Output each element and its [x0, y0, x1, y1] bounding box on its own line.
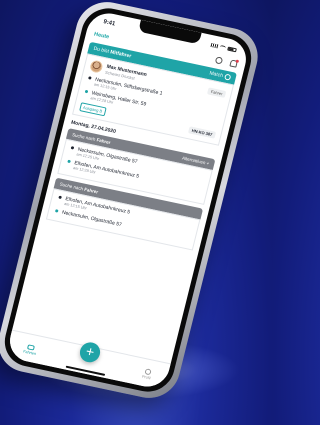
profile-icon — [144, 368, 152, 376]
wifi-icon — [219, 44, 227, 50]
plus-icon: + — [206, 160, 210, 167]
phone-bezel: 9:41 Heute Du bist Mitfahrer Match Max M… — [0, 3, 257, 397]
tab-profil[interactable]: Profil — [142, 368, 153, 380]
banner-role: Fahrer — [83, 186, 99, 195]
clock-icon[interactable] — [214, 56, 224, 65]
app-screen: 9:41 Heute Du bist Mitfahrer Match Max M… — [5, 9, 251, 391]
tab-label: Fahrten — [22, 349, 37, 357]
avatar — [89, 59, 104, 74]
license-plate: HN-KO 387 — [188, 126, 217, 139]
bell-icon[interactable] — [229, 59, 238, 68]
banner-role: Fahrer — [96, 137, 112, 146]
battery-icon — [227, 46, 238, 52]
check-icon — [224, 73, 232, 81]
tab-fahrten[interactable]: Fahrten — [23, 344, 38, 356]
exit-tag: Ausgang B — [79, 102, 107, 117]
signal-icon — [210, 42, 219, 48]
banner-prefix: Du bist — [92, 45, 111, 56]
match-label: Match — [208, 70, 224, 79]
tab-label: Profil — [141, 374, 151, 381]
phone-frame: 9:41 Heute Du bist Mitfahrer Match Max M… — [0, 0, 265, 404]
role-badge: Fahrer — [207, 86, 227, 98]
header-actions — [214, 56, 238, 68]
page-title: Heute — [93, 31, 110, 41]
